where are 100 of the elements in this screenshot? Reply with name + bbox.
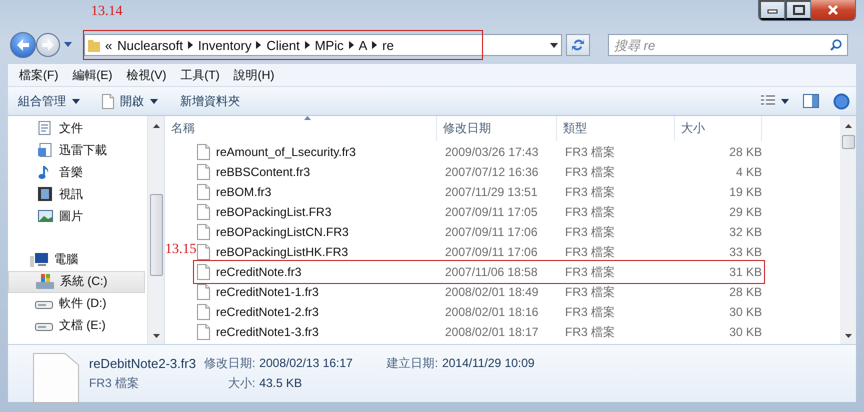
file-icon <box>33 353 79 403</box>
maximize-button[interactable] <box>785 0 811 20</box>
file-name: reBOM.fr3 <box>216 185 272 199</box>
file-name: reBOPackingListCN.FR3 <box>216 225 349 239</box>
address-bar[interactable]: « Nuclearsoft Inventory Client MPic A re <box>84 34 562 56</box>
nav-item[interactable]: 電腦 <box>8 248 145 271</box>
scroll-down-icon[interactable] <box>152 334 160 338</box>
file-name: reBOPackingListHK.FR3 <box>216 245 348 259</box>
column-header[interactable]: 大小 <box>675 116 762 141</box>
caret-down-icon <box>781 98 789 104</box>
file-icon <box>197 204 210 220</box>
type-cell-text: FR3 檔案 <box>564 224 616 240</box>
date-cell-text: 2007/09/11 17:06 <box>444 245 539 259</box>
maximize-icon <box>792 5 804 15</box>
left-arrow-icon <box>16 39 30 51</box>
right-arrow-icon <box>41 39 55 51</box>
nav-item[interactable]: 視訊 <box>8 183 145 206</box>
new-folder-button[interactable]: 新增資料夾 <box>180 92 240 110</box>
date-cell-text: 2009/03/26 17:43 <box>444 145 540 159</box>
breadcrumb[interactable]: re <box>382 38 394 52</box>
nav-item[interactable]: 文件 <box>8 118 145 140</box>
forward-button[interactable] <box>36 33 60 57</box>
back-button[interactable] <box>10 32 36 58</box>
caret-down-icon <box>150 98 158 104</box>
download-icon <box>38 143 53 158</box>
scrollbar[interactable] <box>147 116 164 344</box>
refresh-button[interactable] <box>566 34 590 56</box>
file-icon <box>102 94 114 108</box>
film-icon <box>38 186 53 202</box>
file-name: reCreditNote.fr3 <box>216 265 302 279</box>
breadcrumb-arrow-icon <box>256 41 262 49</box>
breadcrumb[interactable]: Client <box>266 38 300 52</box>
file-name: reCreditNote1-3.fr3 <box>216 325 319 339</box>
overflow-crumb[interactable]: « <box>105 38 112 52</box>
file-icon <box>197 164 210 180</box>
minimize-button[interactable] <box>759 0 785 20</box>
breadcrumb[interactable]: MPic <box>314 38 344 52</box>
nav-item[interactable]: 迅雷下載 <box>8 140 145 162</box>
file-icon <box>197 264 210 280</box>
open-button[interactable]: 開啟 <box>102 92 158 110</box>
type-cell-text: FR3 檔案 <box>564 284 616 300</box>
size-cell-text: 28 KB <box>728 285 762 299</box>
breadcrumb-arrow-icon <box>372 41 378 49</box>
size-cell-text: 30 KB <box>728 325 762 339</box>
column-header[interactable]: 類型 <box>557 116 675 141</box>
search-field[interactable]: 搜尋 re <box>608 34 848 56</box>
file-icon <box>197 324 210 340</box>
caret-down-icon[interactable] <box>64 42 72 48</box>
details-view-icon <box>761 95 775 107</box>
field-value: 43.5 KB <box>259 376 303 390</box>
menu-item[interactable]: 檔案(F) <box>12 66 66 84</box>
view-button[interactable] <box>761 95 789 107</box>
file-name: reBOPackingList.FR3 <box>216 205 332 219</box>
breadcrumb[interactable]: A <box>358 38 368 52</box>
type-cell-text: FR3 檔案 <box>564 184 616 200</box>
size-cell-text: 29 KB <box>728 205 762 219</box>
file-icon <box>197 284 210 300</box>
file-icon <box>197 244 210 260</box>
help-button[interactable] <box>833 92 850 110</box>
nav-item[interactable]: 音樂 <box>8 162 145 184</box>
type-cell-text: FR3 檔案 <box>564 164 616 180</box>
system-drive-icon <box>36 274 54 290</box>
breadcrumb[interactable]: Inventory <box>198 38 252 52</box>
nav-item[interactable]: 系統 (C:) <box>8 270 145 293</box>
breadcrumb[interactable]: Nuclearsoft <box>117 38 183 52</box>
menu-item[interactable]: 工具(T) <box>173 66 227 84</box>
size-cell-text: 33 KB <box>728 245 762 259</box>
scroll-thumb[interactable] <box>150 194 162 276</box>
nav-item[interactable]: 文檔 (E:) <box>8 314 145 336</box>
file-icon <box>197 224 210 240</box>
nav-label: 迅雷下載 <box>59 142 107 160</box>
nav-label: 電腦 <box>54 251 78 268</box>
field-label: 建立日期: <box>386 354 438 372</box>
file-icon <box>197 304 210 320</box>
organize-button[interactable]: 組合管理 <box>18 92 80 110</box>
scroll-thumb[interactable] <box>842 135 854 149</box>
nav-item[interactable]: 軟件 (D:) <box>8 292 145 314</box>
column-header[interactable]: 修改日期 <box>437 116 557 141</box>
scroll-up-icon[interactable] <box>152 124 160 128</box>
scroll-up-icon[interactable] <box>844 124 852 128</box>
menu-item[interactable]: 編輯(E) <box>65 66 120 84</box>
preview-pane-button[interactable] <box>803 94 819 108</box>
file-icon <box>197 184 210 200</box>
nav-item[interactable]: 圖片 <box>8 205 145 227</box>
dropdown-caret-icon[interactable] <box>550 42 558 48</box>
type-cell-text: FR3 檔案 <box>564 144 616 160</box>
breadcrumb-arrow-icon <box>304 41 310 49</box>
scroll-down-icon[interactable] <box>844 334 852 338</box>
menu-item[interactable]: 檢視(V) <box>119 66 174 84</box>
column-header[interactable]: 名稱 <box>165 116 437 141</box>
computer-icon <box>30 252 48 268</box>
scrollbar[interactable] <box>840 116 856 344</box>
menu-item[interactable]: 說明(H) <box>226 66 282 84</box>
date-cell-text: 2007/11/29 13:51 <box>444 185 539 199</box>
file-name: reCreditNote1-2.fr3 <box>216 305 319 319</box>
field-label: 修改日期: <box>204 354 256 372</box>
type-cell-text: FR3 檔案 <box>564 304 616 320</box>
breadcrumb-arrow-icon <box>188 41 193 49</box>
file-name: reDebitNote2-3.fr3 <box>89 356 196 370</box>
close-button[interactable] <box>811 0 855 20</box>
